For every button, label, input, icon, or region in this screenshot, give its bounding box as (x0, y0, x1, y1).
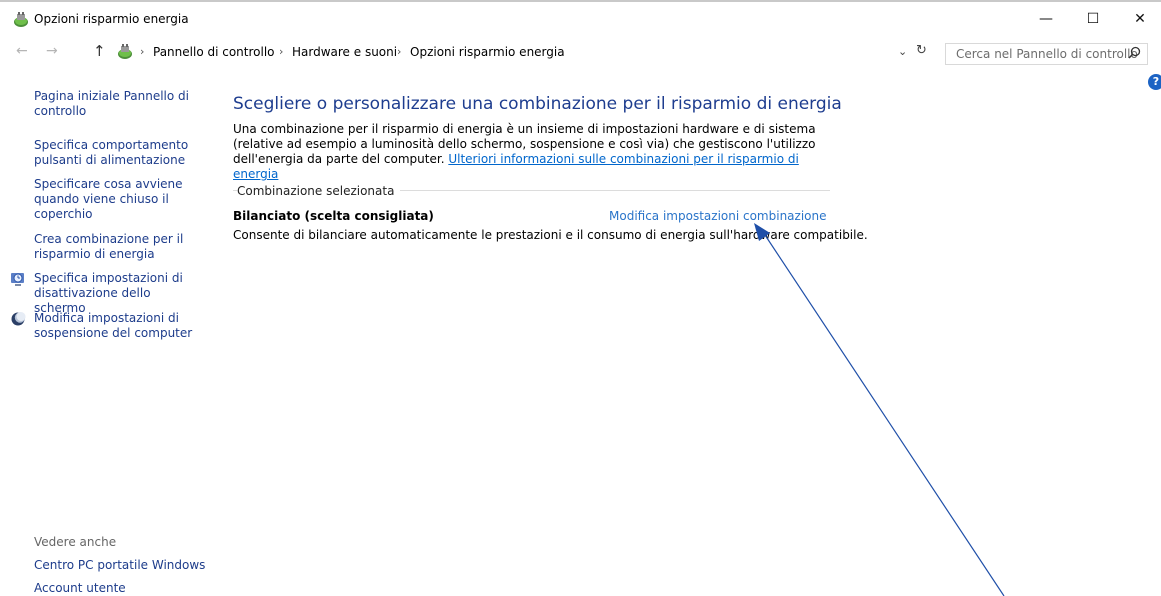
breadcrumb-hardware-sound[interactable]: Hardware e suoni (292, 45, 397, 59)
see-also-heading: Vedere anche (34, 535, 117, 549)
forward-button[interactable]: → (46, 43, 58, 59)
help-icon[interactable]: ? (1148, 74, 1161, 90)
sidebar-item-control-panel-home[interactable]: Pagina iniziale Pannello di controllo (34, 89, 199, 119)
close-button[interactable]: ✕ (1118, 4, 1161, 34)
minimize-button[interactable]: — (1024, 4, 1068, 34)
see-also-mobility-center[interactable]: Centro PC portatile Windows (34, 558, 205, 572)
plan-description: Consente di bilanciare automaticamente l… (233, 228, 868, 242)
breadcrumb-separator-icon: › (140, 45, 145, 58)
power-options-window: Opzioni risparmio energia — ☐ ✕ ← → ↑ › … (0, 0, 1161, 596)
maximize-button[interactable]: ☐ (1071, 4, 1115, 34)
breadcrumb-separator-icon: › (397, 45, 402, 58)
breadcrumb-control-panel[interactable]: Pannello di controllo (153, 45, 275, 59)
address-bar-row: ← → ↑ › Pannello di controllo › Hardware… (0, 38, 1161, 68)
refresh-button[interactable]: ↻ (916, 43, 927, 58)
search-icon[interactable] (1128, 46, 1141, 59)
up-button[interactable]: ↑ (93, 42, 106, 60)
sidebar-item-lid-close[interactable]: Specificare cosa avviene quando viene ch… (34, 177, 199, 222)
see-also-user-accounts[interactable]: Account utente (34, 581, 126, 595)
breadcrumb-power-options[interactable]: Opzioni risparmio energia (410, 45, 565, 59)
edit-plan-settings-link[interactable]: Modifica impostazioni combinazione (609, 209, 827, 223)
search-input[interactable]: Cerca nel Pannello di controllo (945, 43, 1148, 65)
control-panel-icon (118, 44, 132, 59)
moon-icon (11, 312, 26, 326)
section-label-selected-plan: Combinazione selezionata (237, 184, 401, 198)
power-options-icon (14, 12, 28, 27)
sidebar-item-power-buttons[interactable]: Specifica comportamento pulsanti di alim… (34, 138, 199, 168)
title-bar: Opzioni risparmio energia — ☐ ✕ (0, 2, 1161, 34)
back-button[interactable]: ← (16, 43, 28, 59)
sidebar-item-display-off[interactable]: Specifica impostazioni di disattivazione… (34, 271, 199, 316)
screen-clock-icon (11, 273, 24, 286)
plan-name: Bilanciato (scelta consigliata) (233, 209, 434, 223)
page-title: Scegliere o personalizzare una combinazi… (233, 94, 842, 114)
breadcrumb-separator-icon: › (279, 45, 284, 58)
window-title: Opzioni risparmio energia (34, 12, 189, 26)
sidebar-item-create-plan[interactable]: Crea combinazione per il risparmio di en… (34, 232, 199, 262)
sidebar-item-sleep-settings[interactable]: Modifica impostazioni di sospensione del… (34, 311, 199, 341)
page-description: Una combinazione per il risparmio di ene… (233, 122, 833, 182)
address-history-dropdown[interactable]: ⌄ (898, 45, 907, 58)
search-placeholder: Cerca nel Pannello di controllo (956, 47, 1138, 61)
